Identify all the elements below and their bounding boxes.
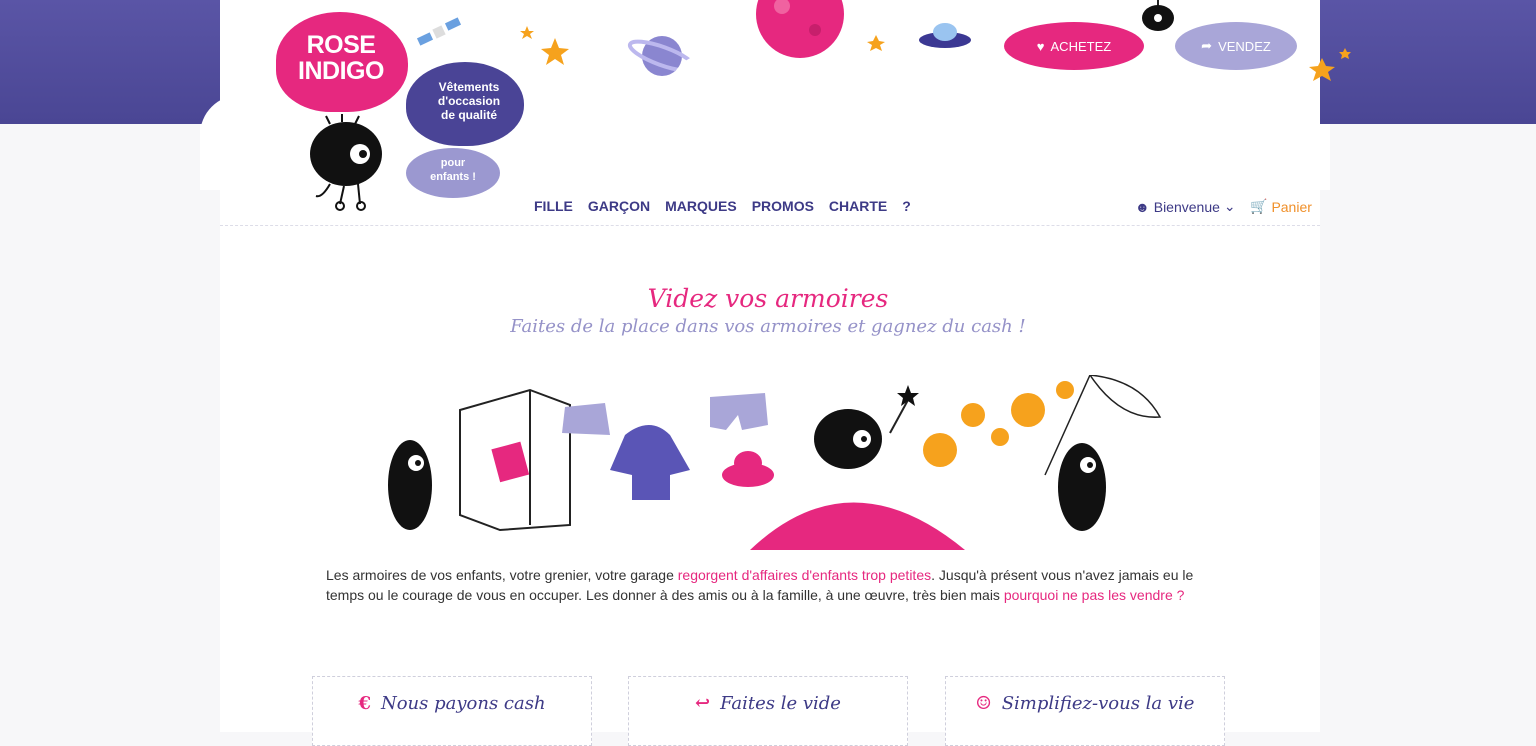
euro-icon: € [358, 693, 371, 714]
intro-highlight: pourquoi ne pas les vendre ? [1003, 587, 1185, 603]
nav-item-promos[interactable]: PROMOS [752, 198, 814, 214]
reply-arrow-icon: ↩ [695, 693, 711, 714]
main-nav: FILLE GARÇON MARQUES PROMOS CHARTE ? [534, 198, 911, 214]
hero-subtitle: Faites de la place dans vos armoires et … [510, 316, 1026, 337]
creature-left-icon [388, 440, 432, 530]
feature-label: Simplifiez-vous la vie [1001, 693, 1195, 714]
nav-item-fille[interactable]: FILLE [534, 198, 573, 214]
user-menu-label: Bienvenue [1153, 198, 1220, 215]
feature-label: Faites le vide [720, 693, 841, 714]
hoodie-icon [610, 425, 690, 500]
chevron-down-icon: ⌄ [1223, 198, 1236, 214]
buy-button-label: ACHETEZ [1050, 38, 1112, 54]
header-divider [220, 225, 1320, 226]
hat-icon [722, 451, 774, 487]
feature-card-cash: € Nous payons cash [312, 676, 592, 746]
tagline-line: Vêtements [438, 80, 500, 94]
heart-icon: ♥ [1036, 38, 1045, 54]
feature-label: Nous payons cash [380, 693, 546, 714]
pink-pants-icon [491, 441, 530, 483]
user-menu[interactable]: ☻ Bienvenue ⌄ [1135, 198, 1236, 215]
intro-text: Les armoires de vos enfants, votre greni… [326, 567, 678, 583]
logo-line-rose: ROSE [306, 31, 376, 59]
cart-link[interactable]: 🛒 Panier [1250, 198, 1312, 215]
tagline-line: d'occasion [437, 94, 501, 108]
nav-item-charte[interactable]: CHARTE [829, 198, 887, 214]
skirt-icon [562, 403, 610, 435]
nav-item-garcon[interactable]: GARÇON [588, 198, 650, 214]
tagline: Vêtements d'occasion de qualité [420, 80, 518, 122]
tagline-line: de qualité [440, 108, 497, 122]
logo-line-indigo: INDIGO [298, 57, 384, 85]
cart-label: Panier [1271, 198, 1312, 215]
feature-card-vide: ↩ Faites le vide [628, 676, 908, 746]
sell-button[interactable]: ➦ VENDEZ [1175, 22, 1297, 70]
cart-icon: 🛒 [1250, 198, 1268, 214]
tagline-secondary: pour enfants ! [412, 156, 494, 184]
creature-right-icon [1058, 443, 1106, 531]
logo[interactable]: ROSE INDIGO [286, 32, 396, 84]
tagline-line: pour [440, 157, 466, 169]
nav-item-marques[interactable]: MARQUES [665, 198, 737, 214]
feature-card-simplify: ☺ Simplifiez-vous la vie [945, 676, 1225, 746]
creature-center-icon [814, 385, 919, 469]
euro-coins-icon [923, 381, 1074, 467]
sell-button-label: VENDEZ [1218, 38, 1271, 54]
intro-paragraph: Les armoires de vos enfants, votre greni… [326, 565, 1216, 605]
hero-title: Videz vos armoires [647, 284, 889, 313]
intro-highlight: regorgent d'affaires d'enfants trop peti… [677, 567, 932, 583]
shorts-icon [710, 393, 768, 430]
nav-item-help[interactable]: ? [902, 198, 911, 214]
buy-button[interactable]: ♥ ACHETEZ [1004, 22, 1144, 70]
hanging-creature-icon [1142, 0, 1174, 31]
hero-illustration [388, 375, 1162, 550]
mascot-icon [310, 114, 382, 211]
pink-planet-icon [750, 502, 965, 550]
clouds-decoration [200, 45, 1330, 190]
share-arrow-icon: ➦ [1201, 38, 1213, 53]
tagline-line: enfants ! [430, 171, 476, 183]
smiley-icon: ☺ [975, 693, 992, 714]
user-icon: ☻ [1135, 198, 1150, 215]
